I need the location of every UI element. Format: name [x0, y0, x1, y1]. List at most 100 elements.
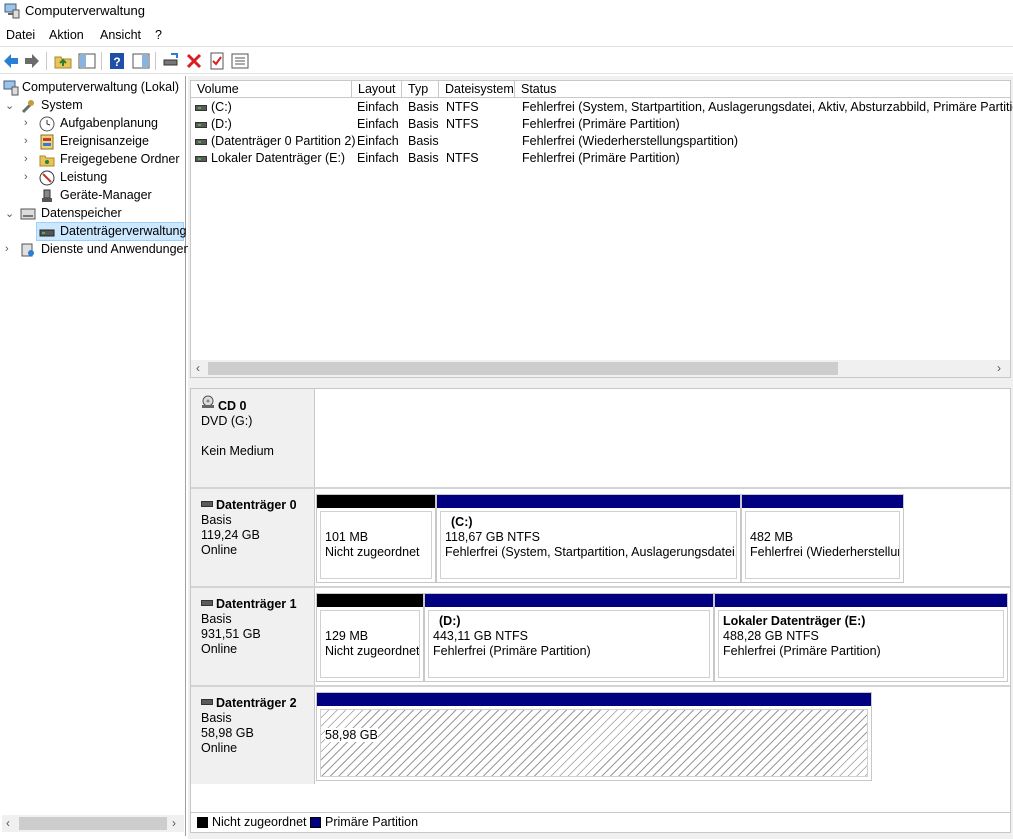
chevron-right-icon[interactable]: › [24, 135, 34, 147]
column-header-layout[interactable]: Layout [352, 81, 402, 98]
menu-help[interactable]: ? [155, 28, 162, 42]
action-pane-icon[interactable] [131, 51, 151, 71]
partition-body: 101 MB Nicht zugeordnet [320, 511, 432, 579]
table-row[interactable]: (Datenträger 0 Partition 2) Einfach Basi… [191, 133, 1010, 150]
column-header-dateisystem[interactable]: Dateisystem [439, 81, 515, 98]
partition-recovery[interactable]: 482 MB Fehlerfrei (Wiederherstellung [741, 494, 904, 583]
tree-item-ereignisanzeige[interactable]: › Ereignisanzeige [0, 133, 186, 151]
help-icon[interactable]: ? [107, 51, 127, 71]
partition-bar [317, 495, 435, 508]
disk-header[interactable]: Datenträger 2 Basis 58,98 GB Online [191, 687, 315, 784]
services-icon [21, 243, 34, 257]
forward-icon[interactable] [22, 51, 42, 71]
tree-item-freigegebene-ordner[interactable]: › Freigegebene Ordner [0, 151, 186, 169]
disk-header[interactable]: Datenträger 0 Basis 119,24 GB Online [191, 489, 315, 586]
cell-typ: Basis [408, 134, 439, 148]
column-header-typ[interactable]: Typ [402, 81, 439, 98]
tree-item-datentraegerverwaltung[interactable]: Datenträgerverwaltung [0, 222, 187, 241]
partition-size: 101 MB [325, 530, 369, 544]
column-header-volume[interactable]: Volume [191, 81, 352, 98]
scroll-right-icon[interactable]: › [172, 816, 176, 830]
cell-layout: Einfach [357, 134, 399, 148]
disk-row-datentraeger-2: Datenträger 2 Basis 58,98 GB Online 58,9… [191, 687, 1010, 784]
table-row[interactable]: (C:) Einfach Basis NTFS Fehlerfrei (Syst… [191, 99, 1013, 116]
cell-status: Fehlerfrei (Primäre Partition) [522, 151, 680, 165]
disk-row-cd0: CD 0 DVD (G:) Kein Medium [191, 389, 1010, 487]
chevron-right-icon[interactable]: › [24, 171, 34, 183]
partition-body: (D:) 443,11 GB NTFS Fehlerfrei (Primäre … [428, 610, 710, 678]
table-row[interactable]: (D:) Einfach Basis NTFS Fehlerfrei (Prim… [191, 116, 1010, 133]
chevron-down-icon[interactable]: ⌄ [5, 207, 15, 220]
partition-c[interactable]: (C:) 118,67 GB NTFS Fehlerfrei (System, … [436, 494, 741, 583]
connect-drive-icon[interactable] [161, 51, 181, 71]
partition-unallocated[interactable]: 101 MB Nicht zugeordnet [316, 494, 436, 583]
tree-label: Ereignisanzeige [60, 134, 149, 148]
chevron-right-icon[interactable]: › [24, 153, 34, 165]
tree-item-system[interactable]: ⌄ System [0, 97, 186, 115]
scroll-left-icon[interactable]: ‹ [6, 816, 10, 830]
up-folder-icon[interactable] [53, 51, 73, 71]
back-icon[interactable] [1, 51, 21, 71]
storage-icon [20, 208, 36, 220]
disk-name-text: Datenträger 1 [216, 597, 297, 611]
disk-management-icon [39, 229, 55, 237]
menu-aktion[interactable]: Aktion [49, 28, 84, 42]
column-header-status[interactable]: Status [515, 81, 1010, 98]
tree-label: Datenträgerverwaltung [60, 224, 187, 238]
tree-item-aufgabenplanung[interactable]: › Aufgabenplanung [0, 115, 186, 133]
partition-bar [317, 693, 871, 706]
legend-label: Primäre Partition [325, 815, 419, 829]
table-row[interactable]: Lokaler Datenträger (E:) Einfach Basis N… [191, 150, 1010, 167]
disk-row-datentraeger-0: Datenträger 0 Basis 119,24 GB Online 101… [191, 489, 1010, 586]
tree-label: System [41, 98, 83, 112]
volume-list-horizontal-scrollbar[interactable]: ‹ › [191, 360, 1010, 377]
partition-unallocated[interactable]: 129 MB Nicht zugeordnet [316, 593, 424, 682]
scrollbar-thumb[interactable] [19, 817, 167, 830]
window-title: Computerverwaltung [25, 3, 145, 18]
tree-item-geraete-manager[interactable]: Geräte-Manager [0, 187, 186, 205]
partition-d[interactable]: (D:) 443,11 GB NTFS Fehlerfrei (Primäre … [424, 593, 714, 682]
tree-item-root[interactable]: Computerverwaltung (Lokal) [0, 79, 186, 97]
disk-info-line: 58,98 GB [201, 726, 254, 740]
disk-icon [201, 501, 213, 507]
partition-e[interactable]: Lokaler Datenträger (E:) 488,28 GB NTFS … [714, 593, 1008, 682]
legend-swatch-unallocated [197, 817, 208, 828]
scrollbar-thumb[interactable] [208, 362, 838, 375]
cell-volume: Lokaler Datenträger (E:) [211, 151, 346, 165]
partition-status: Fehlerfrei (Primäre Partition) [723, 644, 881, 658]
event-log-icon [40, 134, 54, 150]
toolbar: ? [0, 46, 1013, 74]
chevron-right-icon[interactable]: › [5, 243, 15, 255]
cell-status: Fehlerfrei (System, Startpartition, Ausl… [522, 100, 1013, 114]
menu-datei[interactable]: Datei [6, 28, 35, 42]
svg-text:?: ? [113, 55, 120, 69]
tree-item-dienste-und-anwendungen[interactable]: › Dienste und Anwendungen [0, 241, 190, 259]
disk-name-text: Datenträger 0 [216, 498, 297, 512]
properties-icon[interactable] [207, 51, 227, 71]
disk-header[interactable]: Datenträger 1 Basis 931,51 GB Online [191, 588, 315, 685]
scroll-left-icon[interactable]: ‹ [196, 361, 200, 375]
partition-body: 129 MB Nicht zugeordnet [320, 610, 420, 678]
shared-folder-icon [39, 155, 55, 167]
drive-icon [195, 105, 207, 111]
chevron-down-icon[interactable]: ⌄ [5, 99, 15, 112]
disk-icon [201, 699, 213, 705]
computer-management-icon [4, 3, 20, 19]
disk-header[interactable]: CD 0 DVD (G:) Kein Medium [191, 389, 315, 487]
tree-item-datenspeicher[interactable]: ⌄ Datenspeicher [0, 205, 186, 223]
tree-horizontal-scrollbar[interactable]: ‹ › [2, 815, 184, 832]
title-bar: Computerverwaltung [0, 0, 1013, 22]
disk-info-line: 931,51 GB [201, 627, 261, 641]
tree-label: Computerverwaltung (Lokal) [22, 80, 180, 94]
disk-name: CD 0 [218, 399, 247, 413]
list-icon[interactable] [230, 51, 250, 71]
scroll-right-icon[interactable]: › [997, 361, 1001, 375]
delete-icon[interactable] [184, 51, 204, 71]
partition-status: Fehlerfrei (Primäre Partition) [433, 644, 591, 658]
tree-label: Geräte-Manager [60, 188, 152, 202]
tree-item-leistung[interactable]: › Leistung [0, 169, 186, 187]
partition-disk2[interactable]: 58,98 GB [316, 692, 872, 781]
chevron-right-icon[interactable]: › [24, 117, 34, 129]
menu-ansicht[interactable]: Ansicht [100, 28, 141, 42]
show-hide-tree-icon[interactable] [77, 51, 97, 71]
